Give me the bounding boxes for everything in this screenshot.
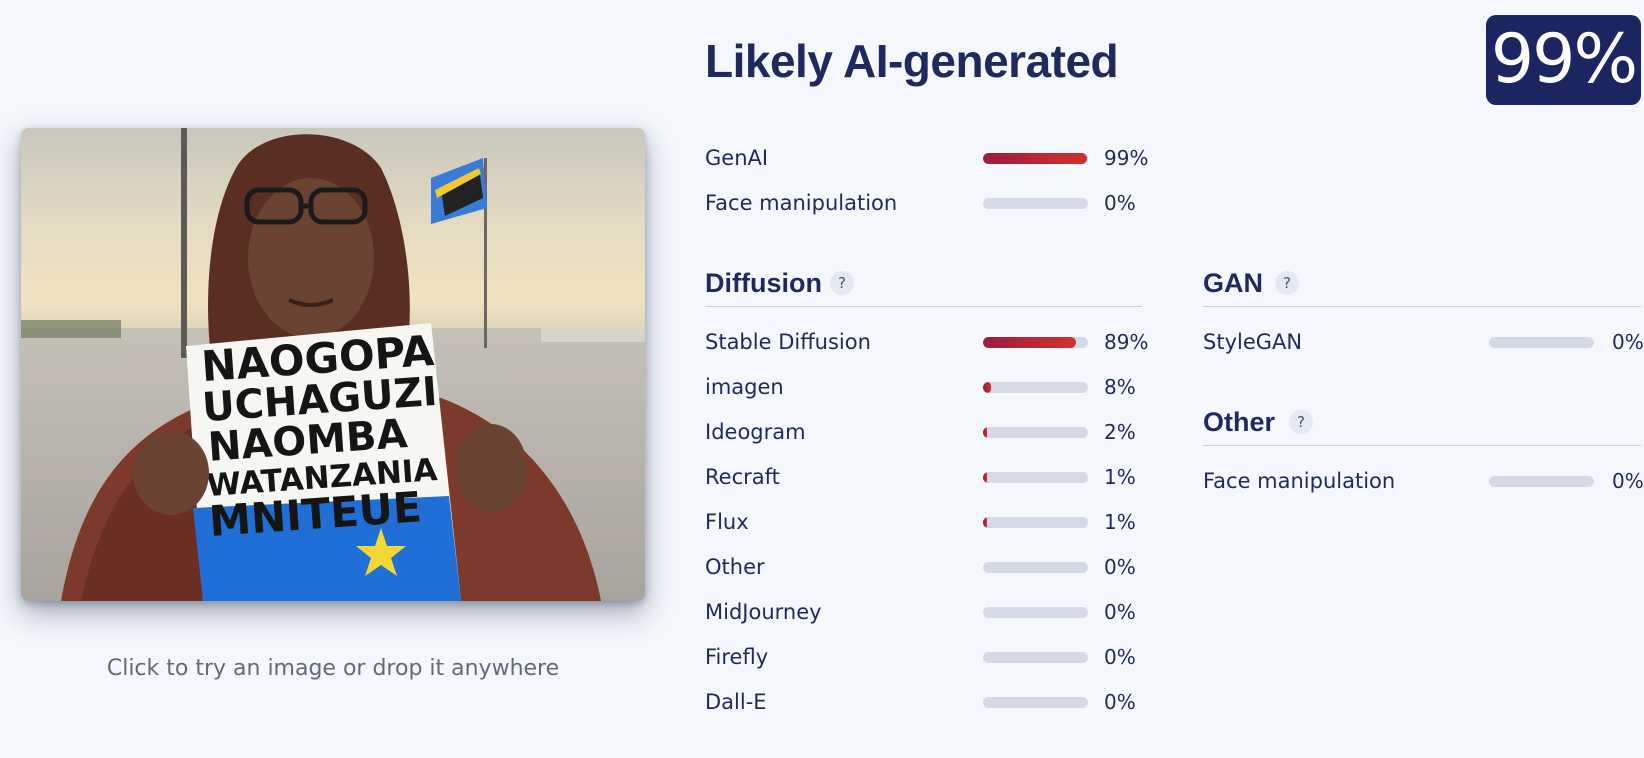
score-label: MidJourney <box>705 600 822 624</box>
score-row: Recraft 1% <box>705 462 1164 492</box>
score-bar <box>1489 337 1594 348</box>
score-label: Dall-E <box>705 690 767 714</box>
score-label: Face manipulation <box>1203 469 1396 493</box>
score-row: Stable Diffusion 89% <box>705 327 1164 357</box>
verdict-title: Likely AI-generated <box>705 35 1119 87</box>
score-percent: 0% <box>1612 469 1644 493</box>
score-percent: 0% <box>1104 191 1136 215</box>
score-row: Dall-E 0% <box>705 687 1164 717</box>
score-bar <box>983 697 1088 708</box>
upload-caption: Click to try an image or drop it anywher… <box>106 656 560 681</box>
score-bar <box>1489 476 1594 487</box>
diffusion-title: Diffusion <box>705 268 822 298</box>
divider <box>1203 306 1641 307</box>
score-bar <box>983 382 1088 393</box>
score-bar <box>983 562 1088 573</box>
score-bar <box>983 472 1088 483</box>
score-row: MidJourney 0% <box>705 597 1164 627</box>
score-label: Ideogram <box>705 420 806 444</box>
score-bar-fill <box>983 153 1087 164</box>
score-badge: 99% <box>1486 15 1641 105</box>
score-row: Face manipulation 0% <box>1203 466 1644 496</box>
score-label: Stable Diffusion <box>705 330 871 354</box>
score-percent: 2% <box>1104 420 1136 444</box>
other-section-header: Other ? <box>1203 405 1641 446</box>
divider <box>705 306 1142 307</box>
score-bar <box>983 517 1088 528</box>
score-percent: 0% <box>1104 600 1136 624</box>
score-label: Recraft <box>705 465 780 489</box>
score-bar-fill <box>983 472 988 483</box>
score-percent: 0% <box>1104 555 1136 579</box>
other-title: Other <box>1203 407 1276 437</box>
divider <box>1203 445 1641 446</box>
score-percent: 1% <box>1104 510 1136 534</box>
score-percent: 8% <box>1104 375 1136 399</box>
score-percent: 1% <box>1104 465 1136 489</box>
score-row: Face manipulation 0% <box>705 188 1164 218</box>
score-percent: 89% <box>1104 330 1149 354</box>
score-row: GenAI 99% <box>705 143 1164 173</box>
gan-section-header: GAN ? <box>1203 266 1641 307</box>
score-row: StyleGAN 0% <box>1203 327 1644 357</box>
score-row: Ideogram 2% <box>705 417 1164 447</box>
score-percent: 0% <box>1612 330 1644 354</box>
score-row: imagen 8% <box>705 372 1164 402</box>
score-bar-fill <box>983 337 1077 348</box>
score-bar <box>983 153 1088 164</box>
score-label: GenAI <box>705 146 769 170</box>
score-row: Firefly 0% <box>705 642 1164 672</box>
diffusion-section-header: Diffusion ? <box>705 266 1142 307</box>
score-label: StyleGAN <box>1203 330 1303 354</box>
score-row: Flux 1% <box>705 507 1164 537</box>
score-bar <box>983 607 1088 618</box>
score-bar-fill <box>983 382 992 393</box>
score-percent: 99% <box>1104 146 1149 170</box>
score-label: Other <box>705 555 765 579</box>
other-help-icon[interactable]: ? <box>1289 410 1313 434</box>
diffusion-help-icon[interactable]: ? <box>830 271 854 295</box>
score-bar-fill <box>983 427 988 438</box>
score-bar <box>983 337 1088 348</box>
score-label: Face manipulation <box>705 191 898 215</box>
gan-title: GAN <box>1203 268 1263 298</box>
score-percent: 0% <box>1104 690 1136 714</box>
score-percent: 0% <box>1104 645 1136 669</box>
score-label: Flux <box>705 510 749 534</box>
image-dropzone[interactable]: NAOGOPA UCHAGUZI NAOMBA WATANZANIA MNITE… <box>21 128 645 601</box>
score-label: imagen <box>705 375 784 399</box>
score-bar <box>983 652 1088 663</box>
analyzed-image: NAOGOPA UCHAGUZI NAOMBA WATANZANIA MNITE… <box>21 128 645 601</box>
score-row: Other 0% <box>705 552 1164 582</box>
score-bar-fill <box>983 517 988 528</box>
score-label: Firefly <box>705 645 769 669</box>
gan-help-icon[interactable]: ? <box>1275 271 1299 295</box>
score-bar <box>983 427 1088 438</box>
score-bar <box>983 198 1088 209</box>
